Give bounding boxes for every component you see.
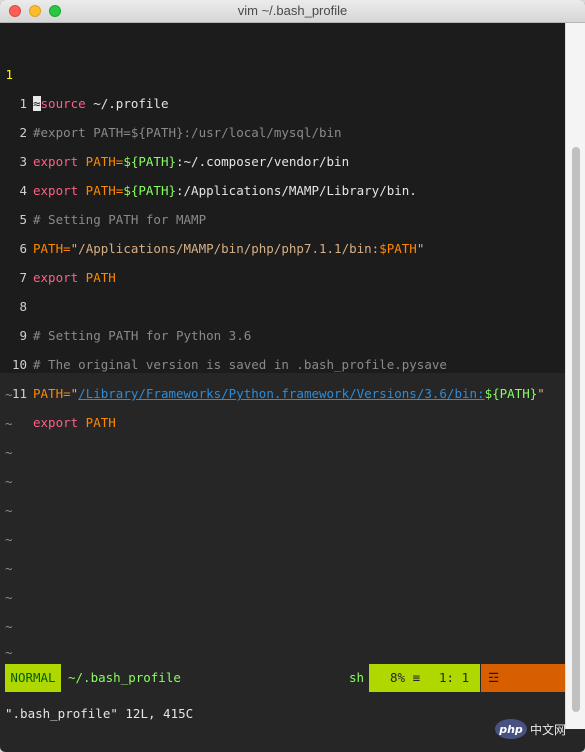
empty-line-marker: ~ (5, 645, 13, 660)
position-section: 8% ≡ 1: 1 (369, 664, 480, 692)
empty-line-marker: ~ (5, 532, 13, 547)
filetype-indicator: sh (349, 670, 365, 685)
code-line[interactable]: 10 PATH="/Library/Frameworks/Python.fram… (0, 321, 565, 401)
php-watermark-logo: php 中文网 (495, 719, 566, 739)
variable-expansion: ${PATH} (484, 386, 538, 401)
code-line[interactable]: 2 export PATH=${PATH}:~/.composer/vendor… (0, 89, 565, 169)
code-line[interactable]: 3 export PATH=${PATH}:/Applications/MAMP… (0, 118, 565, 198)
vertical-scrollbar[interactable] (565, 23, 585, 729)
status-filename: ~/.bash_profile (68, 670, 181, 685)
empty-line-marker: ~ (5, 503, 13, 518)
empty-line-marker: ~ (5, 445, 13, 460)
empty-line-marker: ~ (5, 619, 13, 634)
string: " (537, 386, 545, 401)
svg-text:中文网: 中文网 (530, 722, 566, 737)
lines-icon: ≡ (412, 670, 421, 685)
line-column: 1: 1 (439, 670, 470, 685)
code-line[interactable]: 9 # The original version is saved in .ba… (0, 292, 565, 372)
code-line[interactable]: 5 PATH="/Applications/MAMP/bin/php/php7.… (0, 176, 565, 256)
empty-line-marker: ~ (5, 474, 13, 489)
editor-buffer[interactable]: 1 ≈source ~/.profile 1 #export PATH=${PA… (0, 23, 565, 430)
code-line[interactable]: 7 (0, 234, 565, 285)
code-line[interactable]: 1 ≈source ~/.profile (0, 31, 565, 111)
svg-text:php: php (498, 723, 523, 736)
empty-line-marker: ~ (5, 561, 13, 576)
empty-line-marker: ~ (5, 416, 13, 431)
empty-line-marker: ~ (5, 590, 13, 605)
command-line[interactable]: ".bash_profile" 12L, 415C (5, 700, 193, 728)
code-line[interactable]: 6 export PATH (0, 205, 565, 285)
variable: PATH (78, 415, 116, 430)
status-line: NORMAL ~/.bash_profile sh 8% ≡ 1: 1 ☲ [4… (0, 664, 565, 692)
code-line[interactable]: 4 # Setting PATH for MAMP (0, 147, 565, 227)
mode-indicator: NORMAL (5, 664, 61, 692)
title-bar: vim ~/.bash_profile (0, 0, 585, 23)
scrollbar-thumb[interactable] (572, 147, 580, 712)
trailing-whitespace-warning: ☲ [4]trai… (481, 664, 565, 692)
empty-line-marker: ~ (5, 387, 13, 402)
terminal-window: vim ~/.bash_profile 1 ≈source ~/.profile… (0, 0, 585, 752)
path-link[interactable]: /Library/Frameworks/Python.framework/Ver… (78, 386, 484, 401)
scroll-percent: 8% ≡ (390, 670, 421, 685)
window-title: vim ~/.bash_profile (237, 3, 348, 18)
code-line[interactable]: 1 #export PATH=${PATH}:/usr/local/mysql/… (0, 60, 565, 140)
code-line[interactable]: 8 # Setting PATH for Python 3.6 (0, 263, 565, 343)
keyword: export (33, 415, 79, 430)
code-line[interactable]: 11 export PATH (0, 350, 565, 430)
